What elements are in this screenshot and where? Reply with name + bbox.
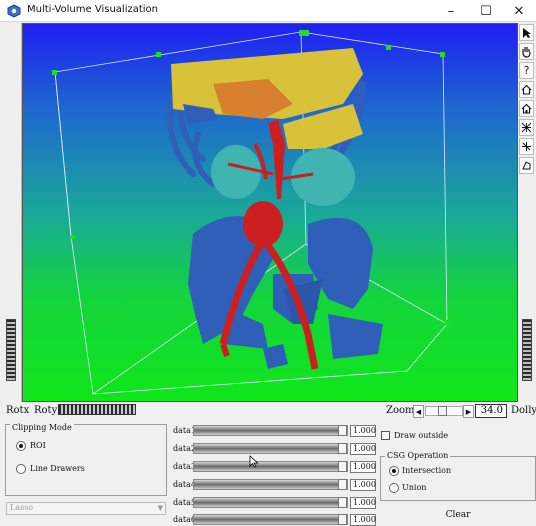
zoom-value-field[interactable]: 34.0: [475, 404, 507, 418]
clipping-mode-group: [5, 424, 167, 496]
intersection-radio-label: Intersection: [402, 466, 452, 475]
chevron-down-icon: ▼: [157, 504, 163, 512]
maximize-button[interactable]: ☐: [469, 0, 503, 22]
title-bar: Multi-Volume Visualization – ☐ ✕: [0, 0, 536, 22]
roi-handle[interactable]: [52, 70, 57, 75]
data5-value[interactable]: 1.000: [350, 497, 376, 509]
draw-outside-checkbox[interactable]: [381, 431, 390, 440]
data2-slider[interactable]: [193, 443, 348, 454]
data6-slider[interactable]: [193, 514, 348, 525]
left-kidney: [211, 145, 261, 199]
line-drawers-radio-label: Line Drawers: [30, 464, 85, 473]
roty-label: Roty: [34, 405, 58, 416]
roi-radio[interactable]: [16, 441, 26, 451]
mouse-cursor-icon: [249, 455, 259, 468]
data2-value[interactable]: 1.000: [350, 443, 376, 455]
app-window: Multi-Volume Visualization – ☐ ✕ ? Rotx …: [0, 0, 536, 526]
data5-slider[interactable]: [193, 497, 348, 508]
zoom-label: Zoom: [386, 405, 415, 416]
dolly-thumbwheel[interactable]: [522, 319, 532, 381]
app-icon: [7, 4, 21, 18]
union-radio[interactable]: [389, 483, 399, 493]
line-drawers-radio[interactable]: [16, 464, 26, 474]
roty-thumbwheel[interactable]: [58, 404, 136, 415]
rotx-label: Rotx: [6, 405, 30, 416]
draw-outside-label: Draw outside: [394, 431, 449, 440]
csg-operation-title: CSG Operation: [385, 451, 451, 460]
data1-slider[interactable]: [193, 425, 348, 436]
roi-handle[interactable]: [299, 30, 309, 36]
roi-handle[interactable]: [386, 45, 391, 50]
data4-slider[interactable]: [193, 479, 348, 490]
roi-handle[interactable]: [71, 235, 75, 239]
right-toolbar: ?: [518, 23, 536, 402]
zoom-slider-knob[interactable]: [438, 406, 447, 416]
dolly-label: Dolly: [511, 405, 536, 416]
slider-knob[interactable]: [338, 514, 347, 525]
data3-value[interactable]: 1.000: [350, 461, 376, 473]
pubis: [328, 314, 383, 359]
axis-icon[interactable]: [519, 138, 534, 155]
data1-value[interactable]: 1.000: [350, 425, 376, 437]
data4-value[interactable]: 1.000: [350, 479, 376, 491]
slider-knob[interactable]: [338, 461, 347, 472]
clipping-mode-title: Clipping Mode: [10, 423, 74, 432]
roi-handle[interactable]: [156, 52, 161, 57]
intersection-radio[interactable]: [389, 466, 399, 476]
perspective-icon[interactable]: [519, 157, 534, 174]
data3-slider[interactable]: [193, 461, 348, 472]
zoom-increase-button[interactable]: ▶: [463, 405, 474, 418]
data6-value[interactable]: 1.000: [350, 514, 376, 526]
render-viewport[interactable]: [22, 23, 518, 402]
lasso-select-value: Lasso: [10, 503, 34, 512]
hand-icon[interactable]: [519, 43, 534, 60]
roi-radio-label: ROI: [30, 441, 46, 450]
help-icon[interactable]: ?: [519, 62, 534, 79]
left-control-strip: [0, 23, 22, 402]
close-button[interactable]: ✕: [502, 0, 536, 22]
home-icon[interactable]: [519, 81, 534, 98]
roi-handle[interactable]: [440, 52, 445, 57]
window-title: Multi-Volume Visualization: [27, 4, 159, 15]
pointer-icon[interactable]: [519, 24, 534, 41]
slider-knob[interactable]: [338, 479, 347, 490]
clear-button[interactable]: Clear: [380, 506, 536, 526]
slider-knob[interactable]: [338, 443, 347, 454]
roi-handle[interactable]: [444, 320, 449, 325]
volume-render: [52, 30, 449, 395]
zoom-slider[interactable]: [425, 406, 463, 416]
grid-icon[interactable]: [519, 119, 534, 136]
lasso-select[interactable]: Lasso ▼: [6, 502, 166, 515]
slider-knob[interactable]: [338, 497, 347, 508]
minimize-button[interactable]: –: [434, 0, 468, 22]
home-alt-icon[interactable]: [519, 100, 534, 117]
rotx-thumbwheel[interactable]: [6, 319, 16, 381]
union-radio-label: Union: [402, 483, 427, 492]
zoom-decrease-button[interactable]: ◀: [413, 405, 424, 418]
csg-operation-group: [380, 456, 536, 501]
slider-knob[interactable]: [338, 425, 347, 436]
